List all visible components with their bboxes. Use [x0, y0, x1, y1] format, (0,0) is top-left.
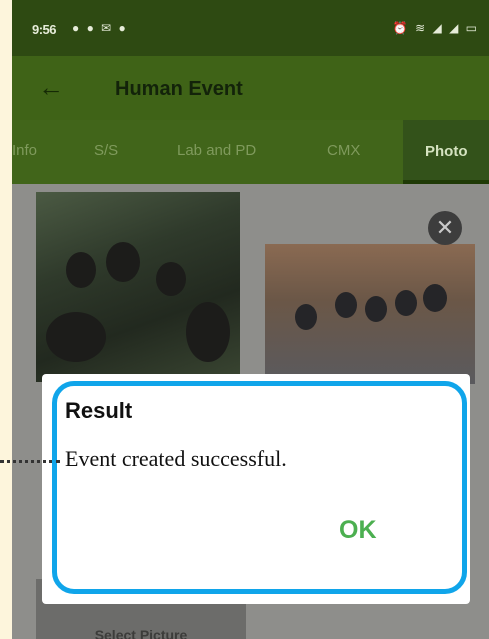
page-title: Human Event: [115, 78, 243, 100]
dialog-ok-button[interactable]: OK: [339, 516, 377, 545]
back-arrow-icon[interactable]: ←: [38, 72, 64, 103]
status-bar: 9:56 ● ● ✉ ● ⏰ ≋ ◢ ◢ ▭: [12, 0, 489, 56]
event-photo-1[interactable]: [36, 192, 240, 382]
dialog-title: Result: [65, 398, 133, 423]
notification-icons: ● ● ✉ ●: [72, 21, 128, 35]
tab-cmx[interactable]: CMX: [327, 142, 360, 159]
annotation-leader-line: [0, 460, 60, 463]
system-icons: ⏰ ≋ ◢ ◢ ▭: [392, 21, 479, 35]
event-photo-2[interactable]: [265, 244, 475, 384]
status-time: 9:56: [32, 22, 57, 37]
dialog-message: Event created successful.: [65, 446, 287, 471]
tab-ss[interactable]: S/S: [94, 142, 118, 159]
app-bar: ← Human Event: [12, 56, 489, 120]
tab-lab-and-pd[interactable]: Lab and PD: [177, 142, 256, 159]
select-picture-label: Select Picture: [94, 627, 188, 639]
tab-photo[interactable]: Photo: [403, 120, 489, 184]
remove-photo-close-icon[interactable]: ✕: [428, 211, 462, 245]
tab-info[interactable]: Info: [12, 142, 37, 159]
tab-bar: Info S/S Lab and PD CMX Photo: [12, 120, 489, 184]
